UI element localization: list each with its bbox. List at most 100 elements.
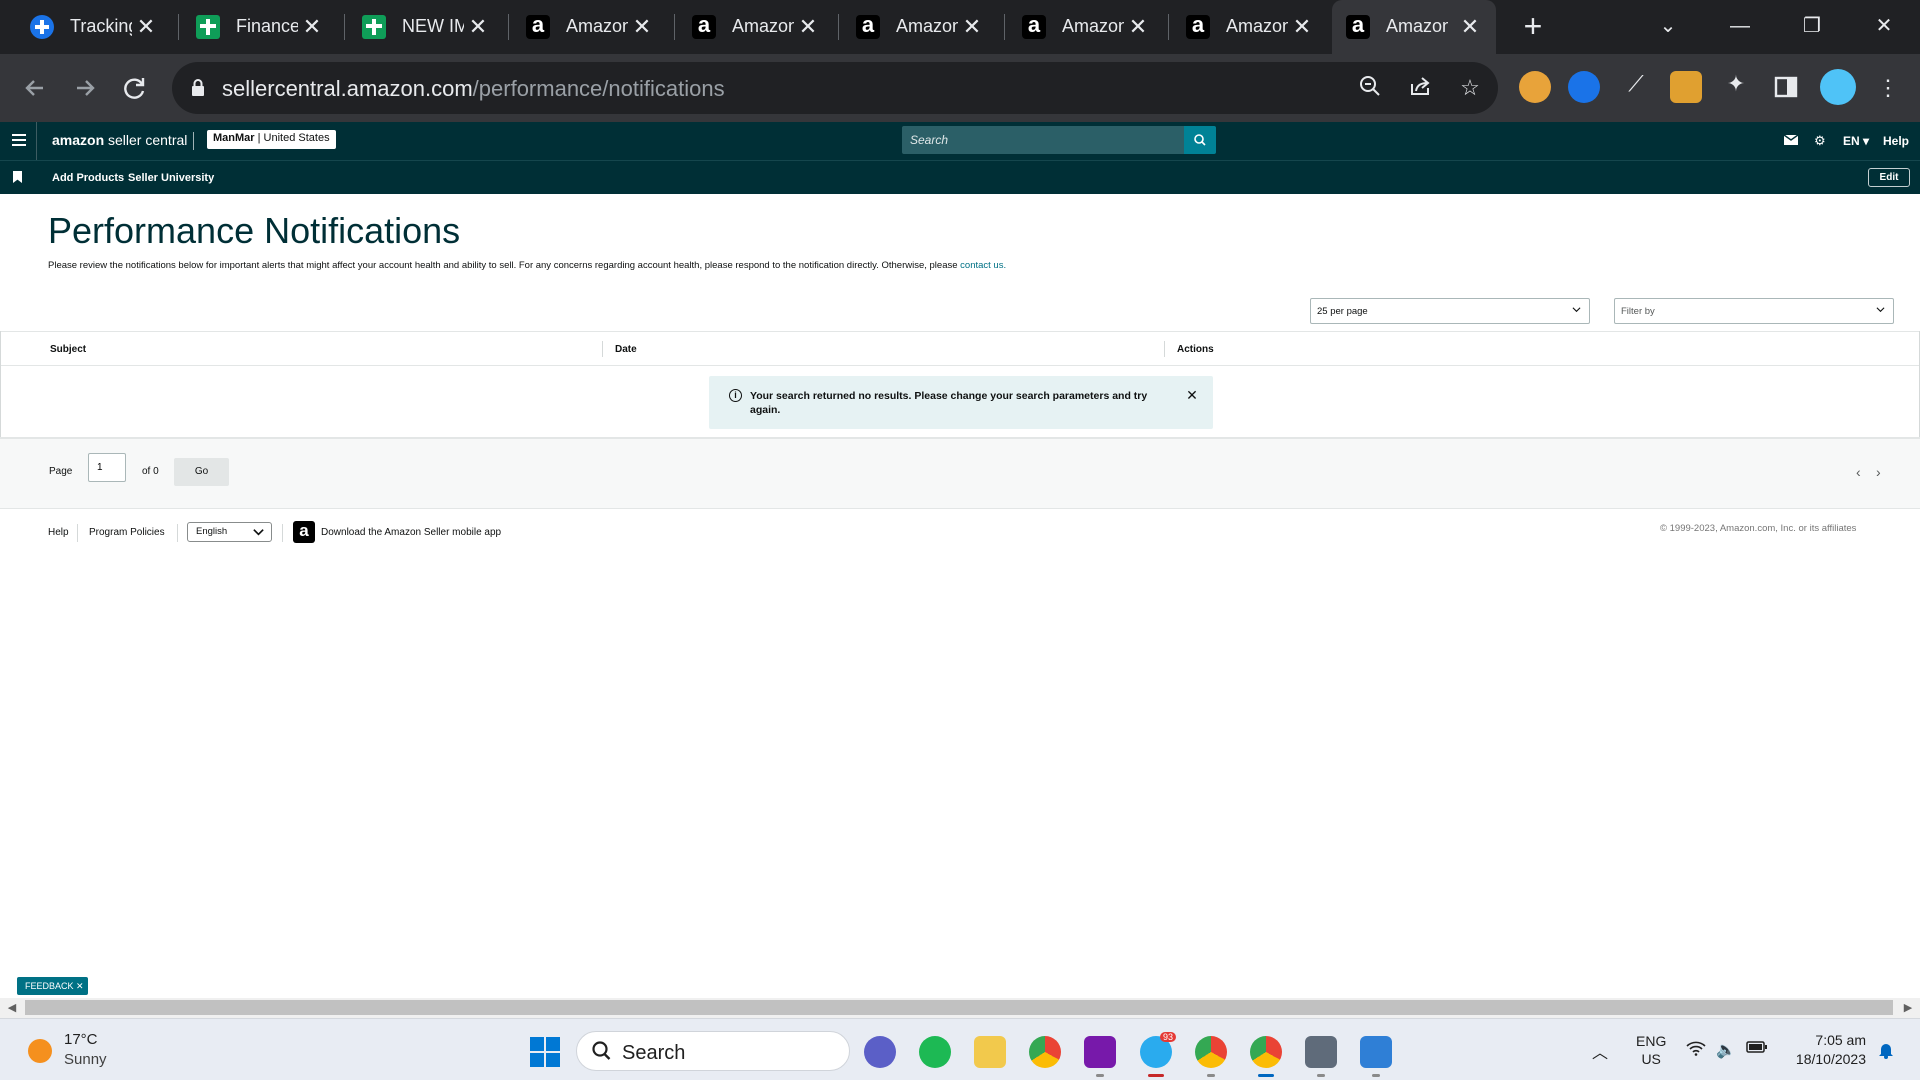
speaker-icon[interactable]: 🔈 xyxy=(1716,1040,1736,1060)
notification-bell-icon[interactable] xyxy=(1878,1041,1894,1064)
tab-title: NEW IM xyxy=(402,16,464,36)
weather-description[interactable]: Sunny xyxy=(64,1051,107,1068)
calculator-icon[interactable] xyxy=(1305,1036,1337,1077)
close-icon[interactable]: ✕ xyxy=(1456,13,1484,41)
bookmark-icon[interactable] xyxy=(13,171,22,183)
amazon-app-icon[interactable]: a xyxy=(293,521,315,543)
chrome-profile-icon[interactable] xyxy=(1195,1036,1227,1077)
chrome-icon[interactable] xyxy=(1029,1036,1061,1068)
close-icon[interactable]: ✕ xyxy=(1124,13,1152,41)
horizontal-scrollbar[interactable]: ◀ ▶ xyxy=(0,998,1920,1018)
close-icon[interactable]: ✕ xyxy=(132,13,160,41)
profile-avatar[interactable] xyxy=(1820,69,1856,105)
input-language[interactable]: ENG US xyxy=(1636,1032,1666,1068)
spotify-icon[interactable] xyxy=(919,1036,951,1068)
extension-honey-icon[interactable] xyxy=(1670,71,1702,103)
browser-tab[interactable]: a Amazon ✕ xyxy=(1008,0,1164,54)
mail-icon[interactable] xyxy=(1783,133,1799,150)
page-number-input[interactable] xyxy=(88,453,126,482)
windows-start-icon[interactable] xyxy=(530,1037,560,1067)
extension-color-icon[interactable] xyxy=(1519,71,1551,103)
puzzle-icon[interactable]: ✦ xyxy=(1720,71,1752,103)
reload-icon[interactable] xyxy=(118,71,152,105)
browser-tab[interactable]: NEW IM ✕ xyxy=(348,0,504,54)
back-arrow-icon[interactable] xyxy=(18,71,52,105)
column-date[interactable]: Date xyxy=(615,344,637,355)
contact-us-link[interactable]: contact us. xyxy=(960,260,1006,271)
extension-cursor-icon[interactable]: ⟋ xyxy=(1620,71,1652,103)
telegram-icon[interactable]: 93 xyxy=(1140,1032,1177,1077)
seller-central-logo[interactable]: amazon seller central xyxy=(52,132,187,148)
tab-title: Finance xyxy=(236,16,298,36)
taskbar-search[interactable]: Search xyxy=(576,1031,850,1071)
edit-button[interactable]: Edit xyxy=(1868,168,1910,187)
gear-icon[interactable]: ⚙ xyxy=(1814,133,1826,149)
browser-tab[interactable]: Finance ✕ xyxy=(182,0,338,54)
notepad-icon[interactable] xyxy=(1360,1036,1392,1077)
account-switcher[interactable]: ManMar | United States xyxy=(207,130,336,149)
sun-icon[interactable] xyxy=(28,1039,52,1063)
bookmark-star-icon[interactable]: ☆ xyxy=(1456,74,1484,102)
onenote-icon[interactable] xyxy=(1084,1036,1116,1077)
system-clock[interactable]: 7:05 am 18/10/2023 xyxy=(1786,1031,1866,1069)
go-button[interactable]: Go xyxy=(174,458,229,486)
weather-temperature[interactable]: 17°C xyxy=(64,1031,98,1048)
close-icon[interactable]: ✕ xyxy=(628,13,656,41)
close-icon[interactable]: ✕ xyxy=(464,13,492,41)
browser-tab[interactable]: a Amazon ✕ xyxy=(678,0,834,54)
feedback-button[interactable]: FEEDBACK ✕ xyxy=(17,977,88,995)
new-tab-button[interactable]: + xyxy=(1516,10,1550,44)
close-icon[interactable]: ✕ xyxy=(958,13,986,41)
lock-icon[interactable] xyxy=(190,78,206,103)
footer-language-select[interactable]: English xyxy=(187,522,272,542)
help-link[interactable]: Help xyxy=(1883,134,1909,148)
wifi-icon[interactable] xyxy=(1686,1040,1706,1061)
minimize-icon[interactable]: — xyxy=(1720,8,1760,44)
window-close-icon[interactable]: ✕ xyxy=(1864,8,1904,44)
search-button[interactable] xyxy=(1184,126,1216,154)
chevron-up-icon[interactable]: ︿ xyxy=(1592,1039,1608,1063)
per-page-select[interactable]: 25 per page xyxy=(1310,298,1590,324)
running-indicator xyxy=(1317,1074,1325,1077)
address-bar[interactable]: sellercentral.amazon.com/performance/not… xyxy=(172,62,1498,114)
subnav-add-products[interactable]: Add Products xyxy=(52,172,124,184)
language-selector[interactable]: EN ▾ xyxy=(1843,134,1869,148)
hamburger-menu-icon[interactable] xyxy=(12,134,26,146)
scroll-left-icon[interactable]: ◀ xyxy=(6,1001,18,1015)
browser-tab[interactable]: a Amazon ✕ xyxy=(842,0,998,54)
file-explorer-icon[interactable] xyxy=(974,1036,1006,1068)
scroll-right-icon[interactable]: ▶ xyxy=(1902,1001,1914,1015)
close-icon[interactable]: ✕ xyxy=(298,13,326,41)
column-subject[interactable]: Subject xyxy=(50,344,86,355)
browser-tab[interactable]: a Amazon ✕ xyxy=(512,0,668,54)
chevron-right-icon[interactable]: › xyxy=(1876,464,1881,480)
restore-icon[interactable]: ❐ xyxy=(1792,8,1832,44)
share-icon[interactable] xyxy=(1406,74,1434,102)
extension-plus-icon[interactable] xyxy=(1568,71,1600,103)
footer-program-policies-link[interactable]: Program Policies xyxy=(89,527,165,538)
forward-arrow-icon[interactable] xyxy=(68,71,102,105)
amazon-icon: a xyxy=(1346,14,1370,39)
zoom-icon[interactable] xyxy=(1356,74,1384,102)
footer-help-link[interactable]: Help xyxy=(48,527,69,538)
battery-icon[interactable] xyxy=(1746,1040,1768,1059)
chrome-active-icon[interactable] xyxy=(1250,1036,1282,1077)
meet-app-icon[interactable] xyxy=(864,1036,896,1068)
close-icon[interactable]: ✕ xyxy=(1185,388,1199,402)
tab-search-icon[interactable]: ⌄ xyxy=(1648,8,1688,44)
more-menu-icon[interactable]: ⋮ xyxy=(1874,74,1902,102)
scrollbar-thumb[interactable] xyxy=(25,1000,1893,1015)
footer-app-link[interactable]: Download the Amazon Seller mobile app xyxy=(321,527,501,538)
side-panel-icon[interactable] xyxy=(1770,71,1802,103)
browser-tab[interactable]: Tracking ✕ xyxy=(16,0,172,54)
tab-separator xyxy=(344,14,345,40)
filter-select[interactable]: Filter by xyxy=(1614,298,1894,324)
browser-tab-active[interactable]: a Amazon ✕ xyxy=(1332,0,1496,54)
close-icon[interactable]: ✕ xyxy=(794,13,822,41)
search-input[interactable] xyxy=(902,126,1184,154)
chevron-left-icon[interactable]: ‹ xyxy=(1856,464,1861,480)
url-text[interactable]: sellercentral.amazon.com/performance/not… xyxy=(222,76,725,102)
subnav-seller-university[interactable]: Seller University xyxy=(128,172,214,184)
browser-tab[interactable]: a Amazon ✕ xyxy=(1172,0,1328,54)
close-icon[interactable]: ✕ xyxy=(1288,13,1316,41)
